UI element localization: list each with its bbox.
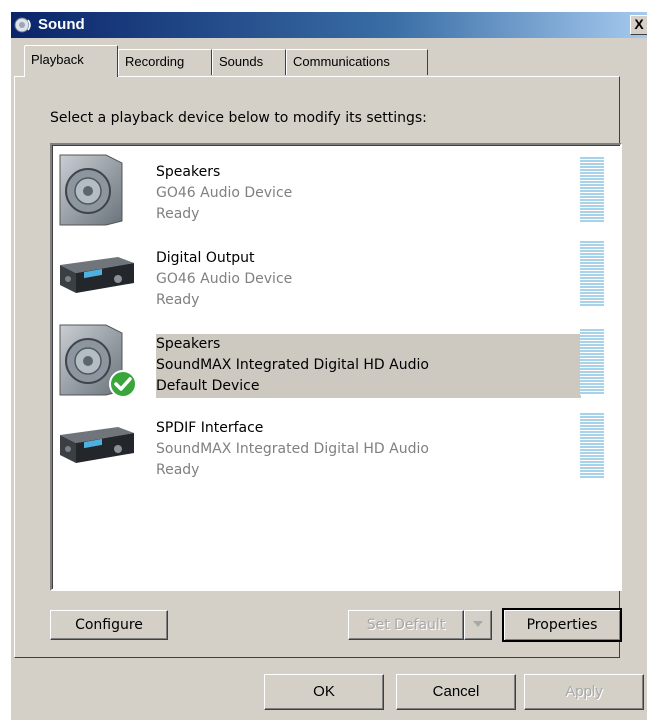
device-name: SPDIF Interface — [156, 420, 264, 436]
tab-recording[interactable]: Recording — [118, 49, 212, 75]
device-info: Speakers SoundMAX Integrated Digital HD … — [156, 334, 581, 398]
chevron-down-icon — [473, 621, 483, 627]
tab-communications[interactable]: Communications — [286, 49, 428, 75]
speaker-icon — [59, 154, 123, 226]
tab-sounds[interactable]: Sounds — [212, 49, 286, 75]
device-info: SPDIF Interface SoundMAX Integrated Digi… — [156, 418, 581, 482]
level-meter — [580, 413, 604, 479]
ok-button[interactable]: OK — [264, 674, 384, 710]
window-title: Sound — [38, 16, 85, 33]
device-driver: SoundMAX Integrated Digital HD Audio — [156, 441, 429, 457]
apply-button[interactable]: Apply — [524, 674, 644, 710]
properties-button[interactable]: Properties — [502, 608, 622, 642]
cancel-button[interactable]: Cancel — [396, 674, 516, 710]
device-status: Ready — [156, 462, 200, 478]
device-info: Speakers GO46 Audio Device Ready — [156, 162, 581, 226]
device-name: Speakers — [156, 336, 221, 352]
digital-output-device-icon — [60, 257, 134, 293]
green-check-icon — [109, 370, 137, 398]
tab-playback[interactable]: Playback — [24, 45, 118, 77]
list-item-device-selected[interactable]: Speakers SoundMAX Integrated Digital HD … — [52, 317, 620, 398]
list-item-device[interactable]: SPDIF Interface SoundMAX Integrated Digi… — [52, 401, 620, 479]
device-info: Digital Output GO46 Audio Device Ready — [156, 248, 581, 312]
level-meter — [580, 157, 604, 223]
level-meter — [580, 241, 604, 307]
close-button[interactable]: X — [630, 15, 647, 35]
device-name: Speakers — [156, 164, 221, 180]
device-driver: GO46 Audio Device — [156, 185, 293, 201]
set-default-button[interactable]: Set Default — [348, 610, 464, 640]
device-status: Ready — [156, 292, 200, 308]
set-default-dropdown-button[interactable] — [464, 610, 492, 640]
instruction-text: Select a playback device below to modify… — [50, 110, 427, 126]
device-status: Ready — [156, 206, 200, 222]
configure-button[interactable]: Configure — [50, 610, 168, 640]
title-bar[interactable]: Sound X — [11, 12, 647, 38]
device-driver: GO46 Audio Device — [156, 271, 293, 287]
sound-app-icon — [14, 17, 31, 33]
list-item-device[interactable]: Digital Output GO46 Audio Device Ready — [52, 231, 620, 309]
list-item-device[interactable]: Speakers GO46 Audio Device Ready — [52, 145, 620, 226]
level-meter — [580, 329, 604, 395]
device-driver: SoundMAX Integrated Digital HD Audio — [156, 357, 429, 373]
digital-output-device-icon — [60, 427, 134, 463]
device-list[interactable]: Speakers GO46 Audio Device Ready Digital… — [50, 143, 622, 591]
device-status: Default Device — [156, 378, 260, 394]
device-name: Digital Output — [156, 250, 255, 266]
